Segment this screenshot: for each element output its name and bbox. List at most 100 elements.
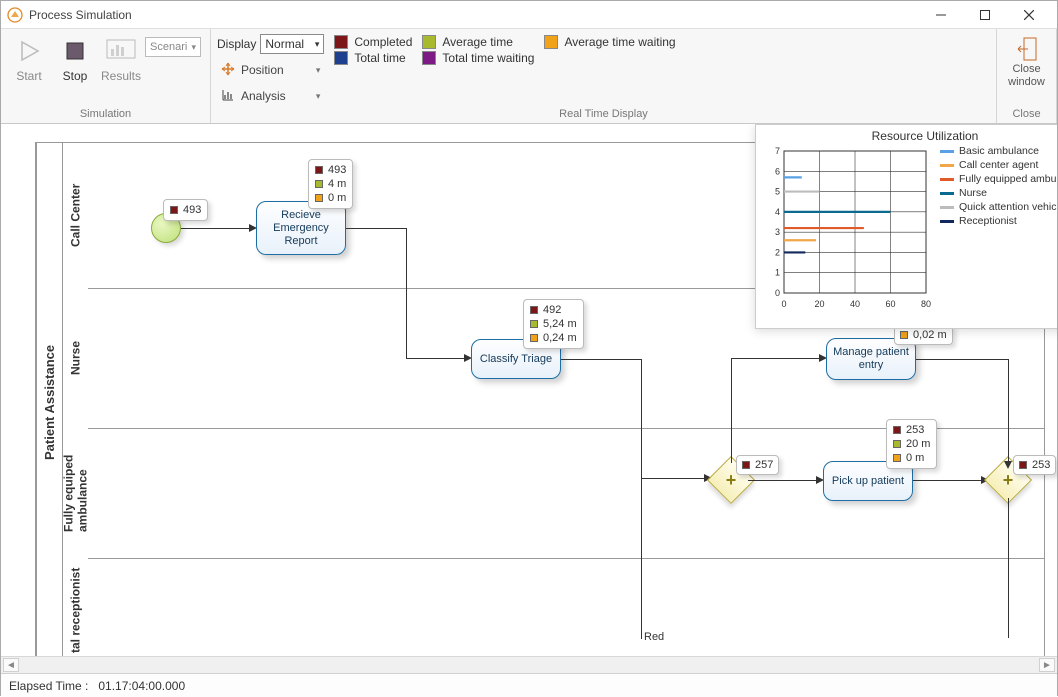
chevron-down-icon: ▾: [316, 91, 321, 102]
gw2-count: 253: [1032, 458, 1050, 472]
recieve-avg: 4 m: [328, 177, 346, 191]
legend-total-time: Total time: [334, 51, 412, 65]
resource-utilization-panel[interactable]: Resource Utilization 02040608001234567 B…: [755, 124, 1057, 329]
window-maximize-button[interactable]: [963, 1, 1007, 29]
diagram-canvas[interactable]: Patient Assistance Call Center Nurse Ful…: [1, 124, 1057, 656]
legend-completed: Completed: [334, 35, 412, 49]
badge-recieve: 493 4 m 0 m: [308, 159, 353, 209]
lane-title-receptionist: tal receptionist: [62, 558, 88, 656]
window-close-button[interactable]: [1007, 1, 1051, 29]
lg-full: Fully equipped ambulance: [959, 173, 1057, 185]
svg-text:4: 4: [775, 207, 780, 217]
badge-gateway2: 253: [1013, 455, 1056, 475]
svg-text:1: 1: [775, 268, 780, 278]
titlebar: Process Simulation: [1, 1, 1057, 29]
recieve-completed: 493: [328, 163, 346, 177]
lane-title-callcenter: Call Center: [62, 143, 88, 288]
classify-completed: 492: [543, 303, 561, 317]
scroll-right-button[interactable]: ►: [1039, 658, 1055, 672]
pickup-completed: 253: [906, 423, 924, 437]
totalwait-swatch-icon: [422, 51, 436, 65]
horizontal-scrollbar[interactable]: ◄ ►: [1, 656, 1057, 673]
badge-pickup: 253 20 m 0 m: [886, 419, 937, 469]
lg-recep: Receptionist: [959, 215, 1017, 227]
avgtime-swatch-icon: [422, 35, 436, 49]
elapsed-label: Elapsed Time :: [9, 679, 88, 693]
start-button[interactable]: Start: [7, 33, 51, 85]
util-title: Resource Utilization: [762, 129, 1057, 143]
close-window-button[interactable]: Close window: [999, 33, 1055, 91]
elapsed-value: 01.17:04:00.000: [98, 679, 185, 693]
legend-avg-wait: Average time waiting: [544, 35, 675, 49]
chevron-down-icon: ▾: [315, 39, 320, 50]
group-label-realtime: Real Time Display: [217, 107, 990, 122]
window-minimize-button[interactable]: [919, 1, 963, 29]
badge-gateway1: 257: [736, 455, 779, 475]
display-label: Display: [217, 37, 256, 51]
start-label: Start: [16, 69, 41, 83]
pickup-avg: 20 m: [906, 437, 930, 451]
start-badge-val: 493: [183, 203, 201, 217]
pickup-wait: 0 m: [906, 451, 924, 465]
lg-nurse: Nurse: [959, 187, 987, 199]
results-label: Results: [101, 69, 141, 83]
pool-title: Patient Assistance: [36, 143, 62, 656]
status-bar: Elapsed Time : 01.17:04:00.000: [1, 673, 1057, 697]
position-icon: [221, 62, 235, 79]
chevron-down-icon: ▾: [316, 65, 321, 76]
svg-text:60: 60: [885, 299, 895, 309]
task-manage-label: Manage patient entry: [831, 346, 911, 372]
play-icon: [13, 35, 45, 67]
flow-label-red: Red: [644, 631, 664, 643]
classify-wait: 0,24 m: [543, 331, 577, 345]
results-icon: [105, 35, 137, 67]
legend-avg-time: Average time: [422, 35, 534, 49]
gw1-count: 257: [755, 458, 773, 472]
task-recieve-label: Recieve Emergency Report: [261, 209, 341, 248]
avgwait-swatch-icon: [544, 35, 558, 49]
scenario-select[interactable]: Scenari ▾: [145, 37, 201, 57]
svg-text:80: 80: [921, 299, 931, 309]
util-legend: Basic ambulance Call center agent Fully …: [940, 145, 1057, 315]
legend-total-wait: Total time waiting: [422, 51, 534, 65]
stop-button[interactable]: Stop: [53, 33, 97, 85]
svg-text:2: 2: [775, 247, 780, 257]
task-recieve-emergency[interactable]: Recieve Emergency Report: [256, 201, 346, 255]
task-pickup-label: Pick up patient: [832, 475, 904, 488]
ribbon: Start Stop Results: [1, 29, 1057, 124]
scenario-value: Scenari: [150, 41, 187, 53]
util-chart: 02040608001234567: [762, 145, 932, 315]
svg-text:5: 5: [775, 187, 780, 197]
classify-avg: 5,24 m: [543, 317, 577, 331]
stop-icon: [59, 35, 91, 67]
avgtime-label: Average time: [442, 35, 512, 49]
totaltime-swatch-icon: [334, 51, 348, 65]
badge-classify: 492 5,24 m 0,24 m: [523, 299, 584, 349]
svg-text:6: 6: [775, 166, 780, 176]
svg-text:40: 40: [850, 299, 860, 309]
svg-text:0: 0: [775, 288, 780, 298]
display-select[interactable]: Normal ▾: [260, 34, 324, 54]
group-label-simulation: Simulation: [7, 107, 204, 122]
lg-agent: Call center agent: [959, 159, 1038, 171]
close-window-icon: [1015, 35, 1039, 63]
totalwait-label: Total time waiting: [442, 51, 534, 65]
results-button[interactable]: Results: [99, 33, 143, 85]
task-classify-label: Classify Triage: [480, 353, 552, 366]
analysis-icon: [221, 88, 235, 105]
analysis-dropdown[interactable]: Analysis ▾: [217, 85, 324, 107]
display-value: Normal: [265, 37, 304, 51]
position-label: Position: [241, 63, 284, 77]
analysis-label: Analysis: [241, 89, 286, 103]
app-icon: [7, 7, 23, 23]
lg-quick: Quick attention vehicle: [959, 201, 1057, 213]
chevron-down-icon: ▾: [191, 42, 196, 53]
svg-text:7: 7: [775, 146, 780, 156]
recieve-wait: 0 m: [328, 191, 346, 205]
lane-title-ambulance: Fully equiped ambulance: [62, 428, 88, 558]
close-line2: window: [1008, 76, 1045, 89]
close-line1: Close: [1008, 63, 1045, 76]
completed-swatch-icon: [334, 35, 348, 49]
scroll-left-button[interactable]: ◄: [3, 658, 19, 672]
position-dropdown[interactable]: Position ▾: [217, 59, 324, 81]
